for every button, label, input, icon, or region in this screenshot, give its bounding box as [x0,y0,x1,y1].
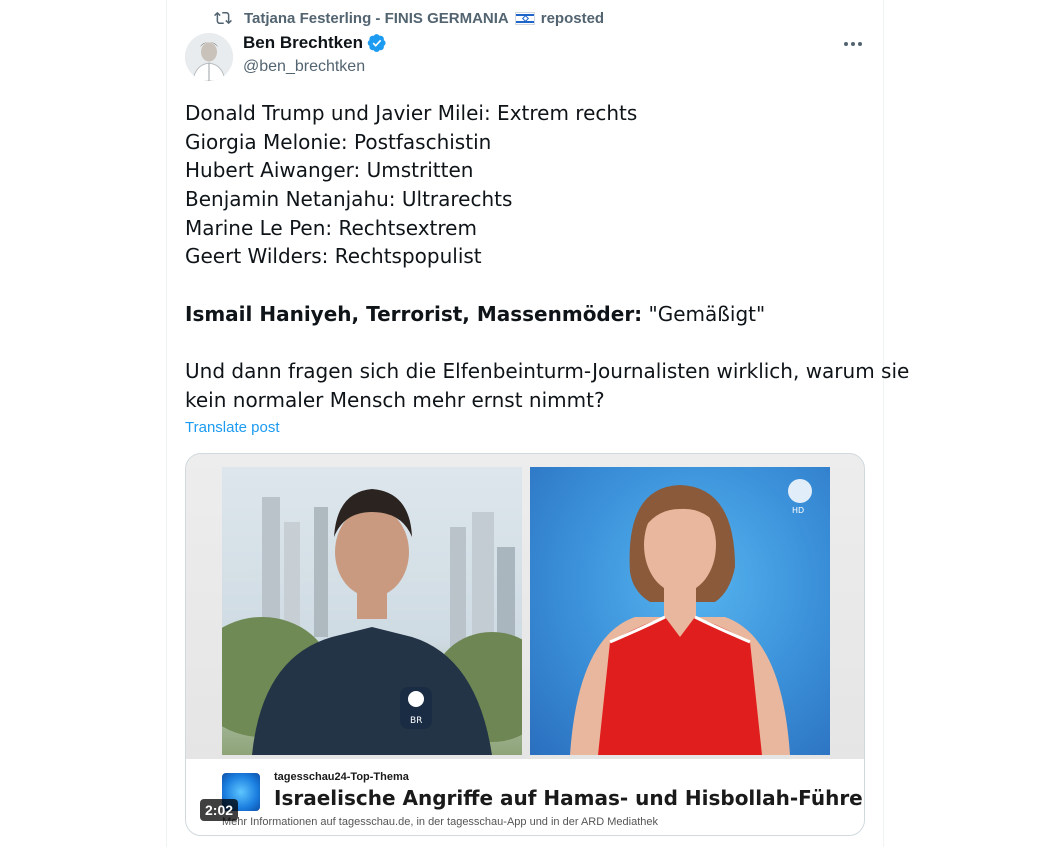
video-title: Israelische Angriffe auf Hamas- und Hisb… [274,786,865,810]
tweet-line: Hubert Aiwanger: Umstritten [185,158,474,183]
verified-badge-icon[interactable] [367,33,387,53]
repost-suffix: reposted [540,9,605,27]
video-frame-reporter: BR [222,467,522,755]
reposter-name[interactable]: Tatjana Festerling - FINIS GERMANIA [244,10,509,27]
video-info-text: Mehr Informationen auf tagesschau.de, in… [222,816,658,828]
repost-header[interactable]: Tatjana Festerling - FINIS GERMANIA repo… [214,8,604,28]
author-name-row[interactable]: Ben Brechtken [243,33,387,53]
tweet-highlight-bold: Ismail Haniyeh, Terrorist, Massenmöder: [185,301,643,326]
translate-post-link[interactable]: Translate post [185,419,280,436]
video-player[interactable]: BR HD tagesschau24-Top-Thema Israelische… [185,453,865,836]
hd-badge: HD [792,506,804,515]
tweet-line: Benjamin Netanjahu: Ultrarechts [185,187,513,212]
video-kicker: tagesschau24-Top-Thema [274,771,409,783]
tweet-line: Giorgia Melonie: Postfaschistin [185,129,492,154]
tweet-closing-line: kein normaler Mensch mehr ernst nimmt? [185,387,605,412]
tweet-highlight-line: Ismail Haniyeh, Terrorist, Massenmöder: … [185,300,865,329]
mic-label: BR [410,716,422,726]
tweet-line: Marine Le Pen: Rechtsextrem [185,215,477,240]
tweet-highlight-rest: "Gemäßigt" [642,301,766,326]
author-handle[interactable]: @ben_brechtken [243,58,365,76]
tweet-line: Geert Wilders: Rechtspopulist [185,244,482,269]
tweet-text: Donald Trump und Javier Milei: Extrem re… [185,99,910,415]
repost-icon [214,9,232,27]
more-options-icon[interactable] [840,34,866,54]
avatar[interactable] [185,33,233,81]
video-frame-anchor: HD [530,467,830,755]
tweet-line: Donald Trump und Javier Milei: Extrem re… [185,101,638,125]
israel-flag-icon [514,11,535,25]
tweet-closing-line: Und dann fragen sich die Elfenbeinturm-J… [185,359,910,384]
video-lower-third: tagesschau24-Top-Thema Israelische Angri… [186,759,865,835]
author-display-name[interactable]: Ben Brechtken [243,33,363,53]
video-duration-badge: 2:02 [200,799,239,821]
